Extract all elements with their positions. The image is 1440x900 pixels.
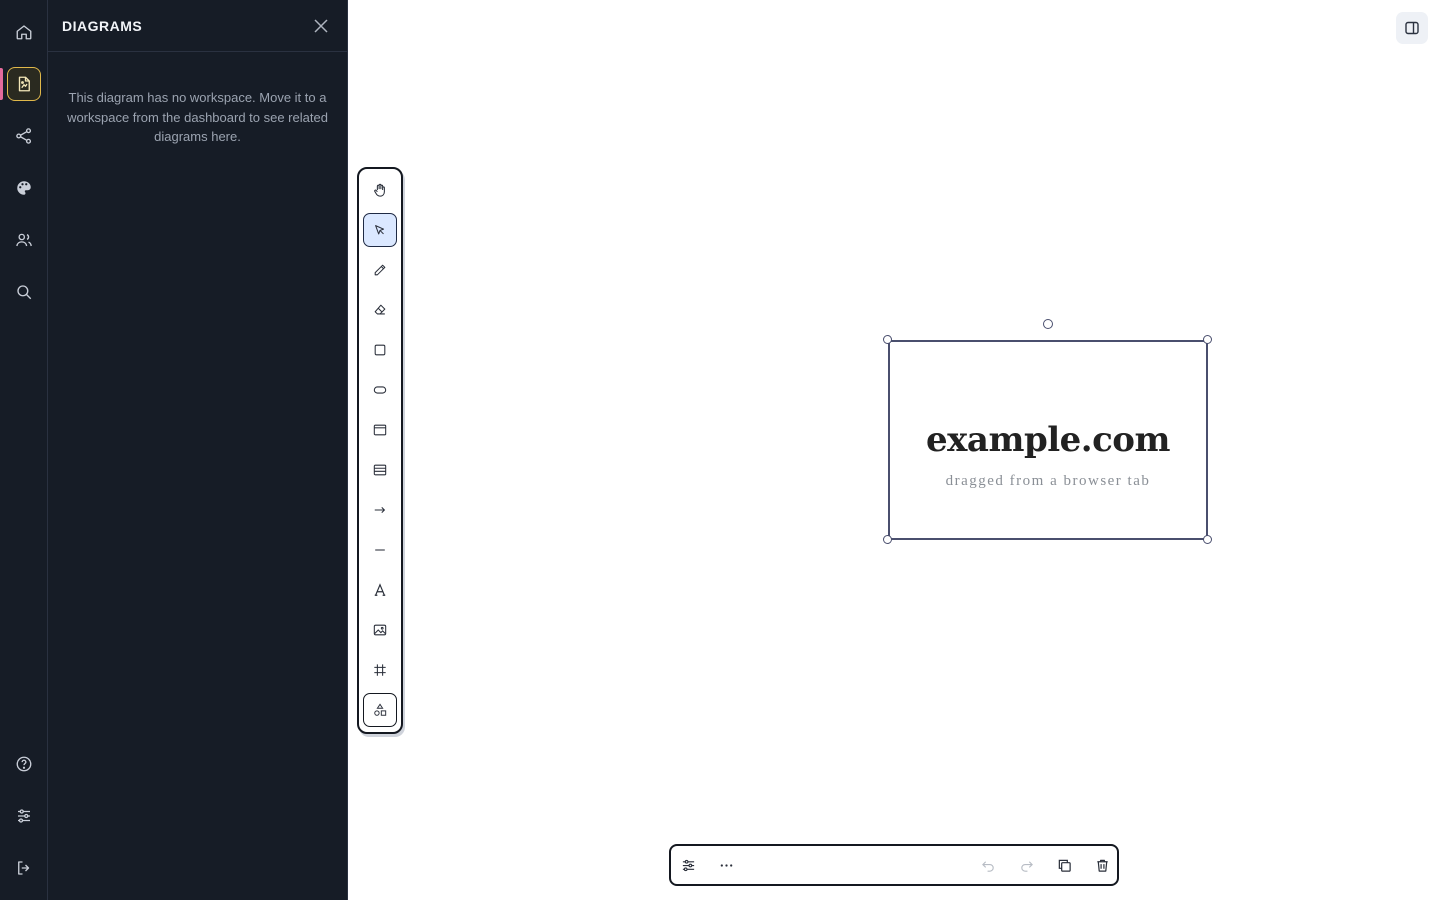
tool-pencil[interactable] <box>363 253 397 287</box>
rail-collaborators-button[interactable] <box>0 220 48 260</box>
rail-search-button[interactable] <box>0 272 48 312</box>
trash-icon <box>1096 859 1108 872</box>
square-icon <box>374 344 386 356</box>
rotation-handle[interactable] <box>1043 319 1053 329</box>
diagram-file-icon <box>18 76 30 92</box>
tool-rectangle[interactable] <box>363 333 397 367</box>
redo-button[interactable] <box>1011 850 1041 880</box>
line-icon <box>375 549 385 551</box>
left-rail <box>0 0 48 900</box>
panel-header: DIAGRAMS <box>48 0 347 52</box>
logout-icon <box>18 861 30 875</box>
tool-frame[interactable] <box>363 653 397 687</box>
diagrams-panel: DIAGRAMS This diagram has no workspace. … <box>48 0 348 900</box>
pencil-icon <box>374 264 386 276</box>
resize-handle-bottom-left[interactable] <box>883 535 892 544</box>
tool-arrow[interactable] <box>363 493 397 527</box>
share-icon <box>16 128 32 144</box>
resize-handle-top-left[interactable] <box>883 335 892 344</box>
bottom-action-bar <box>669 844 1119 886</box>
pointer-icon <box>375 225 385 235</box>
more-icon <box>720 863 732 867</box>
sidebar-toggle-icon <box>1405 21 1419 35</box>
app-root: DIAGRAMS This diagram has no workspace. … <box>0 0 1440 900</box>
resize-handle-top-right[interactable] <box>1203 335 1212 344</box>
tool-palette <box>357 167 403 734</box>
tool-shapes[interactable] <box>363 693 397 727</box>
rail-share-button[interactable] <box>0 116 48 156</box>
resize-handle-bottom-right[interactable] <box>1203 535 1212 544</box>
close-icon <box>314 18 328 33</box>
rail-logout-button[interactable] <box>0 848 48 888</box>
tool-line[interactable] <box>363 533 397 567</box>
empty-workspace-message: This diagram has no workspace. Move it t… <box>67 90 328 144</box>
search-icon <box>17 285 32 300</box>
eraser-icon <box>374 304 386 315</box>
sliders-icon <box>682 859 694 871</box>
tool-hand[interactable] <box>363 173 397 207</box>
sliders-icon <box>18 809 30 823</box>
rail-help-button[interactable] <box>0 744 48 784</box>
help-icon <box>16 756 32 772</box>
home-icon <box>16 25 32 40</box>
tool-window[interactable] <box>363 413 397 447</box>
browser-window-icon <box>373 424 387 436</box>
tool-pill[interactable] <box>363 373 397 407</box>
table-icon <box>373 464 387 476</box>
arrow-right-icon <box>374 507 386 513</box>
more-options-button[interactable] <box>711 850 741 880</box>
tool-table[interactable] <box>363 453 397 487</box>
image-icon <box>373 624 387 636</box>
canvas-card[interactable]: example.com dragged from a browser tab <box>888 340 1208 540</box>
redo-icon <box>1020 860 1033 872</box>
tool-eraser[interactable] <box>363 293 397 327</box>
panel-close-button[interactable] <box>309 14 333 38</box>
active-box <box>7 67 41 101</box>
rail-diagrams-button[interactable] <box>0 64 48 104</box>
hand-icon <box>374 183 385 197</box>
copy-icon <box>1058 859 1071 872</box>
toggle-right-panel-button[interactable] <box>1396 12 1428 44</box>
delete-button[interactable] <box>1087 850 1117 880</box>
undo-icon <box>981 860 994 872</box>
palette-icon <box>17 181 31 195</box>
rail-home-button[interactable] <box>0 12 48 52</box>
panel-title: DIAGRAMS <box>62 17 143 34</box>
text-icon <box>374 583 386 596</box>
pill-icon <box>373 386 387 394</box>
rail-preferences-button[interactable] <box>0 796 48 836</box>
tool-select[interactable] <box>363 213 397 247</box>
tool-image[interactable] <box>363 613 397 647</box>
rail-theme-button[interactable] <box>0 168 48 208</box>
settings-button[interactable] <box>673 850 703 880</box>
shapes-icon <box>374 703 387 716</box>
undo-button[interactable] <box>973 850 1003 880</box>
frame-icon <box>374 664 386 676</box>
users-icon <box>16 233 32 247</box>
tool-text[interactable] <box>363 573 397 607</box>
duplicate-button[interactable] <box>1049 850 1079 880</box>
card-subtitle: dragged from a browser tab <box>945 473 1151 489</box>
card-title: example.com <box>926 420 1170 460</box>
